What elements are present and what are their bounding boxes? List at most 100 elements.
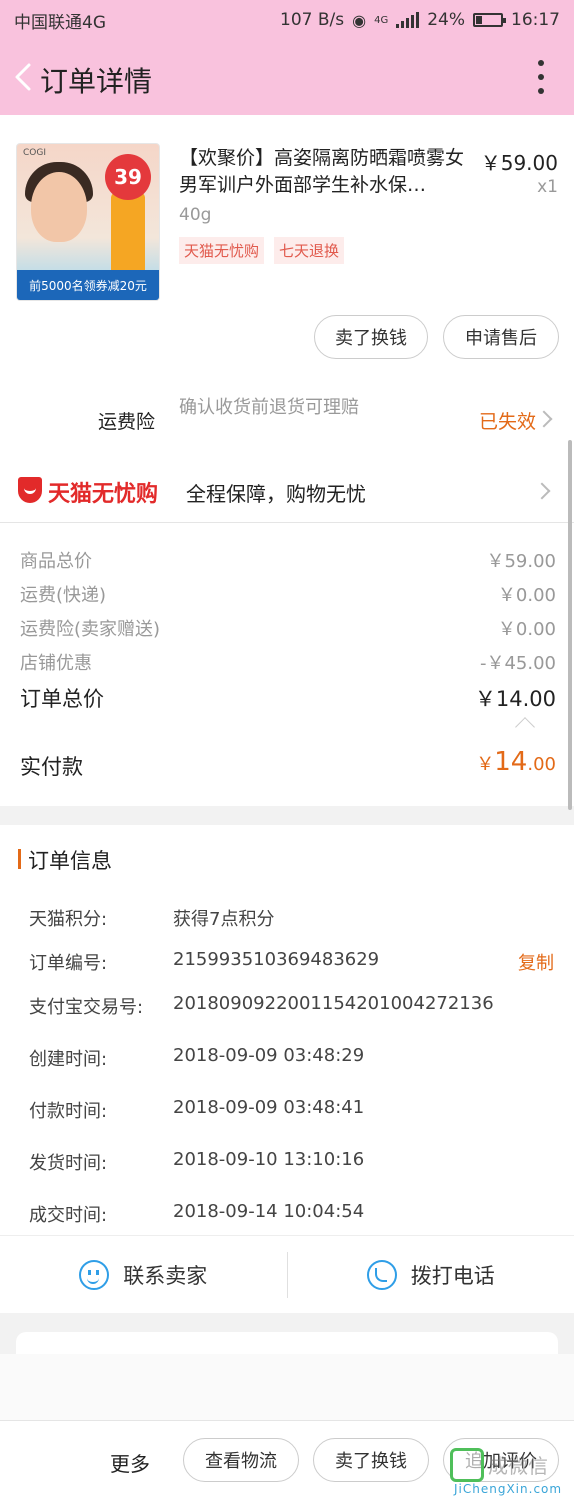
watermark: 成微信 JiChengXin.com [450, 1448, 568, 1498]
paid-amount: ￥14.00 [476, 747, 556, 777]
product-image[interactable]: COGI 39 前5000名领券减20元 [16, 143, 160, 301]
status-bar: 中国联通4G 107 B/s ◉ 4G 24% 16:17 [0, 0, 574, 40]
info-label: 成交时间: [29, 1205, 108, 1226]
product-card: COGI 39 前5000名领券减20元 【欢聚价】高姿隔离防晒霜喷雾女男军训户… [0, 115, 574, 375]
order-info-card: 订单信息 天猫积分: 获得7点积分 订单编号: 2159935103694836… [0, 825, 574, 1313]
paid-currency: ￥ [476, 754, 495, 775]
info-row: 付款时间: 2018-09-09 03:48:41 [29, 1097, 364, 1123]
summary-row: 店铺优惠 -￥45.00 [20, 649, 556, 675]
tmall-shield-icon [18, 477, 42, 503]
more-actions-button[interactable]: 更多 [110, 1448, 150, 1477]
info-label: 订单编号: [29, 953, 108, 974]
info-value: 2018-09-10 13:10:16 [173, 1149, 365, 1170]
sell-for-cash-button[interactable]: 卖了换钱 [314, 315, 428, 359]
sell-for-cash-button-bottom[interactable]: 卖了换钱 [313, 1438, 429, 1482]
info-row: 订单编号: 215993510369483629 [29, 949, 379, 975]
info-row: 支付宝交易号: 2018090922001154201004272136 [29, 993, 494, 1019]
summary-value: ￥0.00 [497, 585, 556, 606]
order-total-row: 订单总价 ￥14.00 [20, 683, 556, 713]
view-logistics-button[interactable]: 查看物流 [183, 1438, 299, 1482]
info-label: 发货时间: [29, 1153, 108, 1174]
network-speed: 107 B/s [280, 10, 345, 30]
phone-icon [366, 1259, 397, 1290]
chevron-right-icon [535, 410, 553, 428]
summary-label: 运费(快递) [20, 585, 107, 606]
info-value: 获得7点积分 [173, 909, 275, 930]
guarantee-text: 全程保障，购物无忧 [186, 482, 366, 506]
info-value: 2018-09-09 03:48:41 [173, 1097, 365, 1118]
insurance-description: 确认收货前退货可理赔 [179, 397, 359, 418]
price-tag-badge: 39 [105, 154, 151, 200]
info-label: 天猫积分: [29, 909, 108, 930]
call-phone-label: 拨打电话 [410, 1263, 495, 1288]
status-right: 107 B/s ◉ 4G 24% 16:17 [280, 10, 560, 30]
watermark-url: JiChengXin.com [454, 1482, 563, 1496]
order-total-value: ￥14.00 [474, 687, 556, 711]
section-accent-bar [18, 849, 21, 869]
copy-order-number-button[interactable]: 复制 [518, 949, 554, 975]
info-label: 支付宝交易号: [29, 997, 144, 1018]
product-title[interactable]: 【欢聚价】高姿隔离防晒霜喷雾女男军训户外面部学生补水保… [179, 145, 475, 199]
back-arrow-icon[interactable] [10, 62, 40, 92]
eye-icon: ◉ [352, 10, 367, 30]
contact-seller-button[interactable]: 联系卖家 [0, 1236, 287, 1313]
product-quantity: x1 [537, 177, 558, 197]
service-badges: 天猫无忧购 七天退换 [179, 237, 345, 264]
summary-value: ￥0.00 [497, 619, 556, 640]
call-phone-button[interactable]: 拨打电话 [288, 1236, 574, 1313]
battery-percent: 24% [427, 10, 465, 30]
clock: 16:17 [511, 10, 560, 30]
page-title: 订单详情 [40, 65, 153, 98]
badge-worry-free: 天猫无忧购 [179, 237, 265, 264]
info-row: 发货时间: 2018-09-10 13:10:16 [29, 1149, 364, 1175]
summary-row: 运费(快递) ￥0.00 [20, 581, 556, 607]
chat-face-icon [79, 1259, 110, 1290]
info-label: 付款时间: [29, 1101, 108, 1122]
info-value: 215993510369483629 [173, 949, 380, 970]
price-summary: 商品总价 ￥59.00 运费(快递) ￥0.00 运费险(卖家赠送) ￥0.00… [0, 523, 574, 806]
watermark-logo-icon [450, 1448, 484, 1482]
badge-seven-day-return: 七天退换 [274, 237, 345, 264]
carrier-label: 中国联通4G [14, 12, 106, 33]
summary-value: -￥45.00 [479, 653, 556, 674]
paid-decimal: .00 [527, 754, 556, 775]
paid-label: 实付款 [20, 755, 83, 779]
collapse-chevron-icon[interactable] [515, 717, 535, 737]
apply-after-sale-button[interactable]: 申请售后 [443, 315, 559, 359]
extra-card-top [16, 1332, 558, 1354]
more-menu-icon[interactable] [536, 60, 546, 94]
summary-label: 店铺优惠 [20, 653, 92, 674]
order-total-label: 订单总价 [20, 687, 104, 711]
scrollbar[interactable] [568, 440, 572, 810]
summary-value: ￥59.00 [486, 551, 556, 572]
network-badge: 4G [374, 14, 389, 26]
info-value: 2018090922001154201004272136 [173, 993, 494, 1014]
info-row: 创建时间: 2018-09-09 03:48:29 [29, 1045, 364, 1071]
info-row: 天猫积分: 获得7点积分 [29, 905, 274, 931]
summary-label: 运费险(卖家赠送) [20, 619, 161, 640]
product-spec: 40g [179, 205, 212, 225]
product-price: ￥59.00 [480, 151, 558, 175]
chevron-right-icon [533, 482, 551, 500]
info-label: 创建时间: [29, 1049, 108, 1070]
info-row: 成交时间: 2018-09-14 10:04:54 [29, 1201, 364, 1227]
shipping-insurance-row[interactable]: 运费险 确认收货前退货可理赔 已失效 [0, 375, 574, 465]
contact-row: 联系卖家 拨打电话 [0, 1235, 574, 1313]
insurance-status: 已失效 [478, 411, 536, 433]
content-background [0, 1354, 574, 1420]
summary-row: 商品总价 ￥59.00 [20, 547, 556, 573]
battery-icon [473, 13, 506, 27]
coupon-banner: 前5000名领券减20元 [17, 270, 159, 300]
info-value: 2018-09-09 03:48:29 [173, 1045, 365, 1066]
paid-integer: 14 [494, 747, 528, 777]
watermark-text: 成微信 [488, 1454, 548, 1478]
order-info-title: 订单信息 [28, 849, 112, 873]
signal-icon [396, 12, 420, 28]
tmall-worry-free-logo: 天猫无忧购 [48, 482, 159, 507]
nav-bar: 订单详情 [0, 40, 574, 115]
contact-seller-label: 联系卖家 [123, 1263, 208, 1288]
info-value: 2018-09-14 10:04:54 [173, 1201, 365, 1222]
summary-row: 运费险(卖家赠送) ￥0.00 [20, 615, 556, 641]
guarantee-row[interactable]: 天猫无忧购 全程保障，购物无忧 [0, 465, 574, 523]
insurance-label: 运费险 [98, 411, 156, 433]
